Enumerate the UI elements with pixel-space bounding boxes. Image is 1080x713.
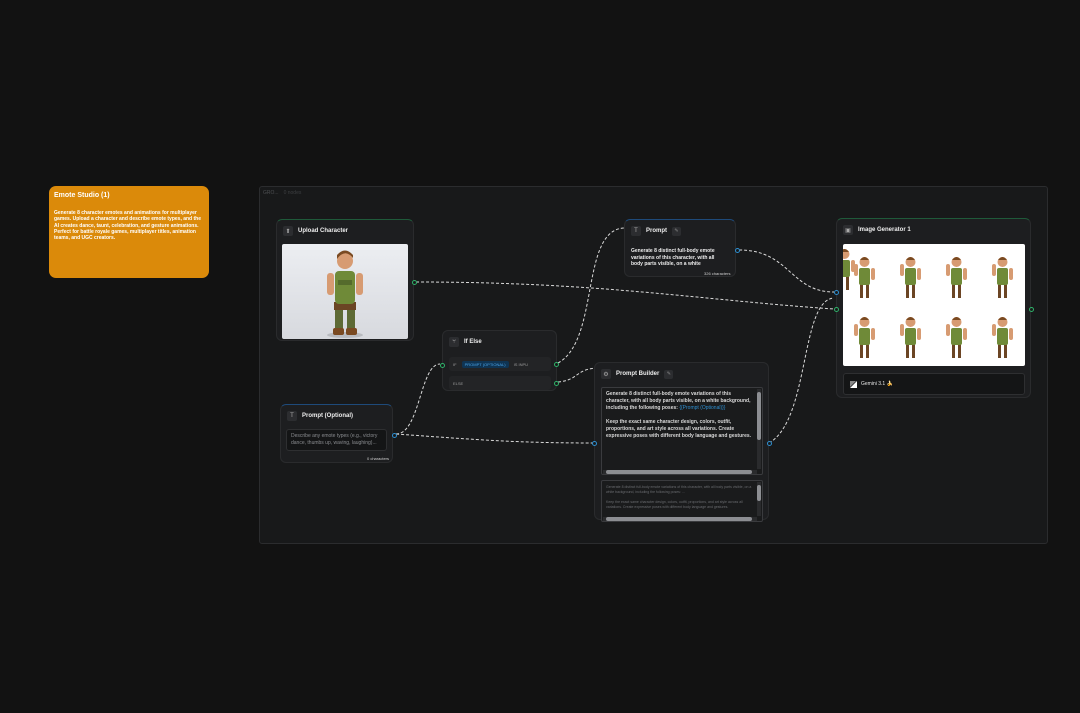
upload-node-title: Upload Character	[298, 228, 349, 234]
prompt-builder-editor[interactable]: Generate 8 distinct full-body emote vari…	[601, 387, 763, 475]
upload-icon: ⬆	[283, 226, 293, 236]
model-selector[interactable]: Gemini 3.1 🍌	[843, 373, 1025, 395]
prompt-builder-output-port[interactable]	[767, 441, 772, 446]
emote-grid	[843, 249, 1013, 358]
if-label: IF	[453, 361, 457, 367]
editor-vertical-scrollbar[interactable]	[757, 389, 761, 469]
character-figure	[327, 250, 363, 338]
wire-upload-to-generator	[415, 281, 835, 310]
condition-variable-tag[interactable]: PROMPT (OPTIONAL)	[461, 360, 509, 368]
branch-icon: ⑂	[449, 337, 459, 347]
builder-variable-tag[interactable]: {{Prompt (Optional)}}	[679, 405, 725, 411]
else-output-port[interactable]	[554, 381, 559, 386]
preview-horizontal-scrollbar[interactable]	[603, 517, 757, 521]
edit-icon[interactable]: ✎	[664, 369, 674, 379]
prompt-optional-char-count: 0 characters	[367, 456, 390, 461]
upload-character-node[interactable]: ⬆ Upload Character	[276, 219, 417, 341]
gemini-icon	[850, 380, 857, 388]
prompt-optional-node[interactable]: T Prompt (Optional) Describe any emote t…	[280, 404, 397, 463]
edit-icon[interactable]: ✎	[672, 226, 681, 236]
prompt-builder-preview-text: Generate 8 distinct full-body emote vari…	[606, 485, 756, 510]
image-icon: ▣	[843, 225, 853, 235]
condition-suffix: IS INPU	[513, 361, 529, 367]
preview-part1: Generate 8 distinct full-body emote vari…	[606, 485, 752, 494]
else-row[interactable]: ELSE	[449, 376, 551, 390]
builder-icon: ⚙	[601, 369, 611, 379]
preview-part2: Keep the exact same character design, co…	[606, 500, 743, 509]
generator-image-input-port[interactable]	[834, 307, 839, 312]
image-generator-title: Image Generator 1	[858, 227, 911, 233]
if-condition-row[interactable]: IF PROMPT (OPTIONAL) IS INPU	[449, 357, 551, 371]
builder-text-part2: Keep the exact same character design, co…	[606, 419, 752, 439]
prompt-builder-preview[interactable]: Generate 8 distinct full-body emote vari…	[601, 480, 763, 522]
preview-vertical-scrollbar[interactable]	[757, 482, 761, 516]
prompt-node-output-port[interactable]	[735, 248, 740, 253]
wire-builder-to-generator	[768, 297, 835, 444]
image-generator-node[interactable]: ▣ Image Generator 1 Gemini 3.1 🍌	[834, 218, 1034, 398]
generated-emotes-image[interactable]	[843, 244, 1025, 366]
prompt-node[interactable]: T Prompt ✎ Generate 8 distinct full-body…	[624, 219, 740, 277]
wire-optional-to-builder	[395, 433, 595, 444]
upload-output-port[interactable]	[412, 280, 417, 285]
prompt-node-text[interactable]: Generate 8 distinct full-body emote vari…	[631, 248, 727, 270]
wire-optional-to-ifelse	[395, 363, 441, 435]
prompt-optional-title: Prompt (Optional)	[302, 413, 353, 419]
character-image[interactable]	[282, 244, 408, 339]
prompt-builder-title: Prompt Builder	[616, 371, 660, 377]
if-else-input-port[interactable]	[440, 363, 445, 368]
prompt-builder-text: Generate 8 distinct full-body emote vari…	[606, 391, 756, 440]
text-icon: T	[631, 226, 641, 236]
wire-if-to-prompt	[557, 227, 625, 364]
editor-horizontal-scrollbar[interactable]	[603, 470, 757, 474]
prompt-optional-output-port[interactable]	[392, 433, 397, 438]
model-name: Gemini 3.1 🍌	[861, 381, 893, 387]
prompt-node-title: Prompt	[646, 228, 667, 234]
if-output-port[interactable]	[554, 362, 559, 367]
if-else-node[interactable]: ⑂ If Else IF PROMPT (OPTIONAL) IS INPU E…	[440, 330, 559, 391]
else-label: ELSE	[453, 380, 464, 386]
prompt-optional-input[interactable]: Describe any emote types (e.g., victory …	[286, 429, 387, 451]
wire-prompt-to-generator	[738, 249, 835, 293]
prompt-builder-input-port[interactable]	[592, 441, 597, 446]
prompt-node-char-count: 326 characters	[704, 271, 731, 276]
prompt-builder-node[interactable]: ⚙ Prompt Builder ✎ Generate 8 distinct f…	[592, 362, 772, 522]
generator-output-port[interactable]	[1029, 307, 1034, 312]
if-else-title: If Else	[464, 339, 482, 345]
text-icon: T	[287, 411, 297, 421]
generator-prompt-input-port[interactable]	[834, 290, 839, 295]
